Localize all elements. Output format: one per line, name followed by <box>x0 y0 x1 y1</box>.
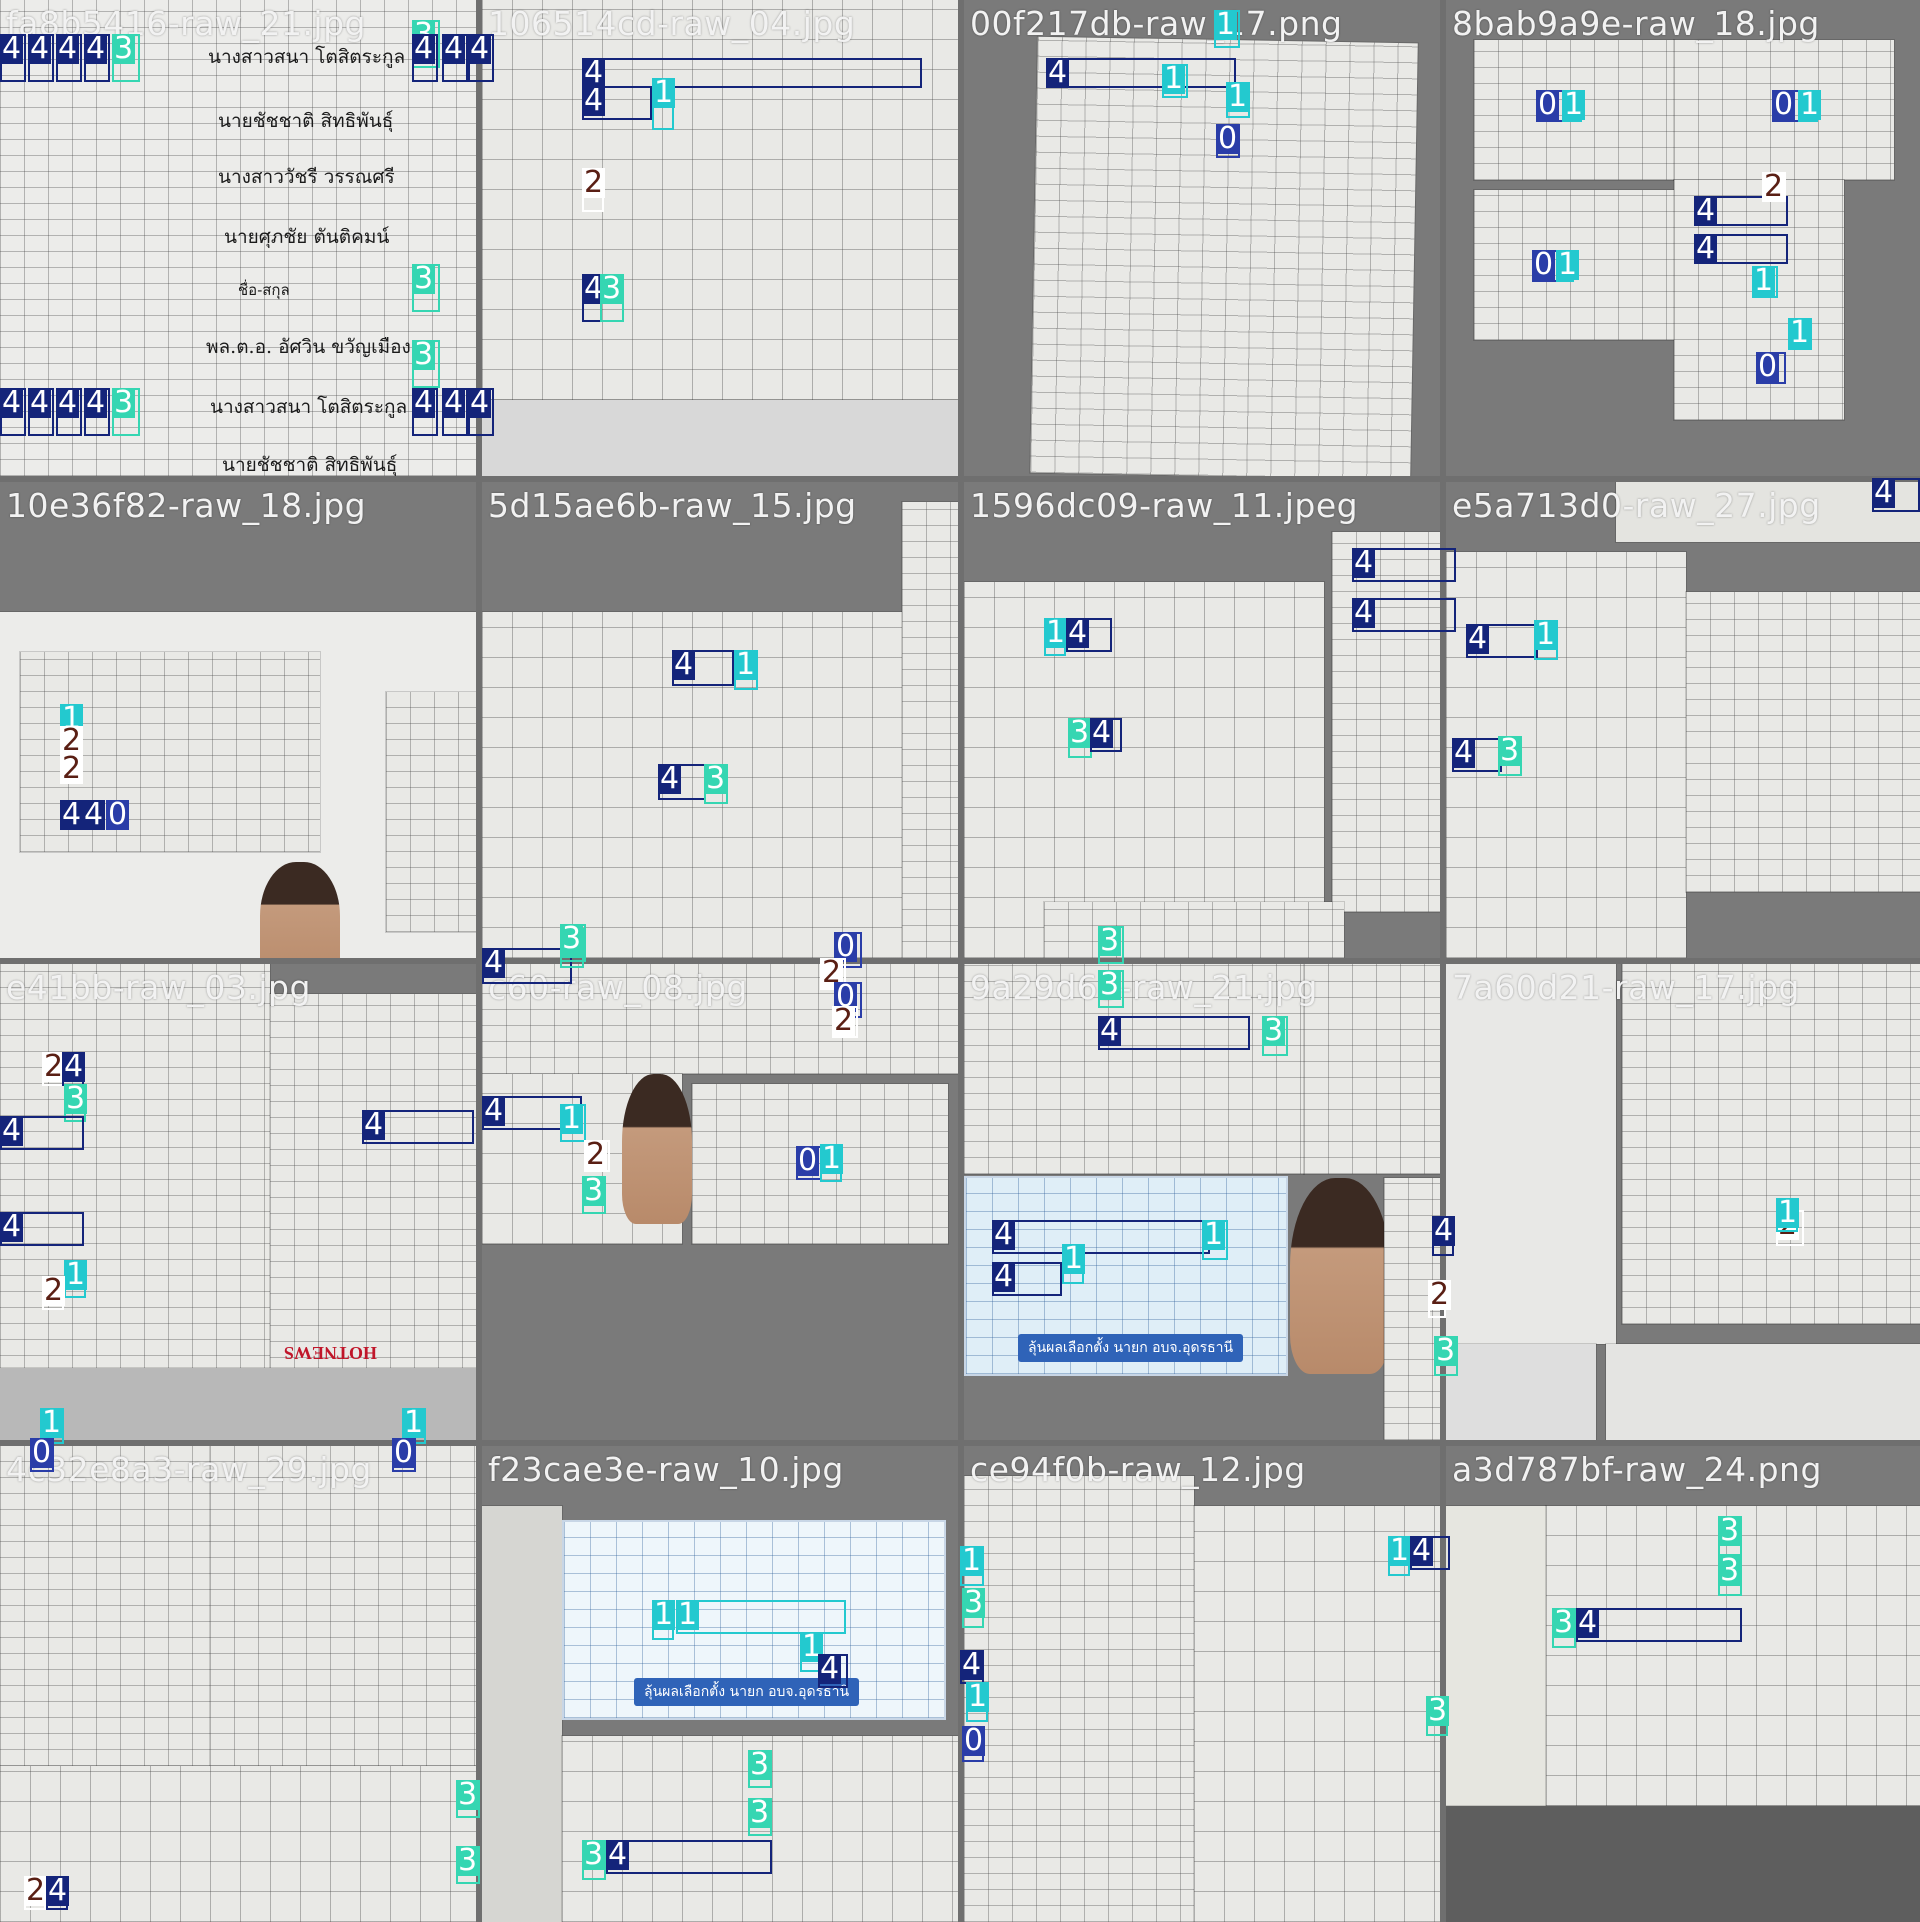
tile-filename: 10e36f82-raw_18.jpg <box>6 486 367 525</box>
tile-filename: 5d15ae6b-raw_15.jpg <box>488 486 857 525</box>
tile-filename: 00f217db-raw_17.png <box>970 4 1343 43</box>
tile: 5d15ae6b-raw_15.jpg <box>482 482 958 958</box>
news-banner: ลุ้นผลเลือกตั้ง นายก อบจ.อุดรธานี <box>634 1678 860 1706</box>
tile-filename: 106514cd-raw_04.jpg <box>488 4 856 43</box>
tile-filename: f23cae3e-raw_10.jpg <box>488 1450 844 1489</box>
mosaic-grid: นางสาวสนา โตสิตระกูล นายชัชชาติ สิทธิพัน… <box>0 0 1920 1922</box>
tile-filename: e41bb-raw_03.jpg <box>6 968 311 1007</box>
tile-filename: a3d787bf-raw_24.png <box>1452 1450 1822 1489</box>
tile: 10e36f82-raw_18.jpg <box>0 482 476 958</box>
tile-filename: e5a713d0-raw_27.jpg <box>1452 486 1821 525</box>
candidate-name: นายชัชชาติ สิทธิพันธุ์ <box>222 454 398 476</box>
hotnews-logo: HOTNEWS <box>284 1343 378 1363</box>
news-banner: ลุ้นผลเลือกตั้ง นายก อบจ.อุดรธานี <box>1018 1334 1244 1362</box>
tile: 8bab9a9e-raw_18.jpg <box>1446 0 1920 476</box>
tile-filename: 8bab9a9e-raw_18.jpg <box>1452 4 1820 43</box>
tile: 106514cd-raw_04.jpg <box>482 0 958 476</box>
tile-filename: c60-raw_08.jpg <box>488 968 748 1007</box>
tile: a3d787bf-raw_24.png <box>1446 1446 1920 1922</box>
tile-filename: fa8b5416-raw_21.jpg <box>6 4 366 43</box>
tile: ลุ้นผลเลือกตั้ง นายก อบจ.อุดรธานี f23cae… <box>482 1446 958 1922</box>
tile-filename: 9a29d65-raw_21.jpg <box>970 968 1318 1007</box>
column-header: ชื่อ-สกุล <box>238 281 290 299</box>
candidate-name: พล.ต.อ. อัศวิน ขวัญเมือง <box>206 336 411 358</box>
tile: 1596dc09-raw_11.jpeg <box>964 482 1440 958</box>
candidate-name: นางสาววัชรี วรรณศรี <box>218 166 395 188</box>
candidate-name: นางสาวสนา โตสิตระกูล <box>210 396 408 418</box>
tile: 00f217db-raw_17.png <box>964 0 1440 476</box>
candidate-name: นายชัชชาติ สิทธิพันธุ์ <box>218 110 394 132</box>
tile: นางสาวสนา โตสิตระกูล นายชัชชาติ สิทธิพัน… <box>0 0 476 476</box>
candidate-name: นางสาวสนา โตสิตระกูล <box>208 46 406 68</box>
tile-filename: 7a60d21-raw_17.jpg <box>1452 968 1800 1007</box>
tile: ce94f0b-raw_12.jpg <box>964 1446 1440 1922</box>
tile: e5a713d0-raw_27.jpg <box>1446 482 1920 958</box>
tile: ลุ้นผลเลือกตั้ง นายก อบจ.อุดรธานี 9a29d6… <box>964 964 1440 1440</box>
tile: 7a60d21-raw_17.jpg <box>1446 964 1920 1440</box>
candidate-name: นายศุภชัย ตันติคมน์ <box>224 226 390 248</box>
tile: c60-raw_08.jpg <box>482 964 958 1440</box>
tile: 4c32e8a3-raw_29.jpg <box>0 1446 476 1922</box>
tile-filename: 1596dc09-raw_11.jpeg <box>970 486 1359 525</box>
tile-filename: 4c32e8a3-raw_29.jpg <box>6 1450 372 1489</box>
tile-filename: ce94f0b-raw_12.jpg <box>970 1450 1306 1489</box>
tile: HOTNEWS e41bb-raw_03.jpg <box>0 964 476 1440</box>
